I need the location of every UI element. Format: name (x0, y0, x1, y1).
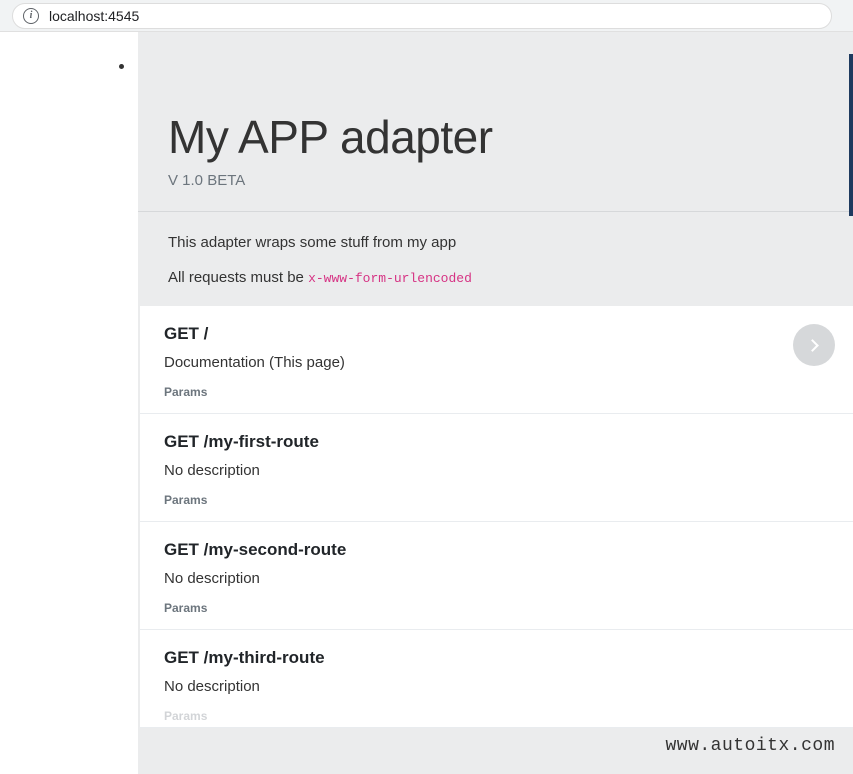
route-params-label: Params (164, 709, 829, 723)
description-section: This adapter wraps some stuff from my ap… (138, 212, 853, 306)
route-card[interactable]: GET /my-third-route No description Param… (140, 630, 853, 728)
description-line-1: This adapter wraps some stuff from my ap… (168, 234, 823, 251)
decorative-dot (119, 64, 124, 69)
route-description: No description (164, 570, 829, 587)
page-title: My APP adapter (168, 110, 823, 164)
chevron-right-icon (806, 339, 819, 352)
address-bar[interactable]: i localhost:4545 (12, 3, 832, 29)
header-section: My APP adapter V 1.0 BETA (138, 32, 853, 212)
url-text: localhost:4545 (49, 8, 139, 24)
content-type-code: x-www-form-urlencoded (308, 271, 472, 286)
info-icon: i (23, 8, 39, 24)
route-method-path: GET /my-first-route (164, 432, 829, 452)
route-description: No description (164, 678, 829, 695)
watermark-text: www.autoitx.com (665, 736, 835, 756)
route-method-path: GET /my-third-route (164, 648, 829, 668)
main-panel: My APP adapter V 1.0 BETA This adapter w… (138, 32, 853, 774)
route-method-path: GET / (164, 324, 829, 344)
route-params-label: Params (164, 601, 829, 615)
route-method-path: GET /my-second-route (164, 540, 829, 560)
route-card[interactable]: GET /my-first-route No description Param… (140, 414, 853, 522)
right-edge-accent (849, 54, 853, 216)
description-line-2: All requests must be x-www-form-urlencod… (168, 269, 823, 286)
version-label: V 1.0 BETA (168, 172, 823, 189)
route-card[interactable]: GET /my-second-route No description Para… (140, 522, 853, 630)
route-card[interactable]: GET / Documentation (This page) Params (140, 306, 853, 414)
route-description: No description (164, 462, 829, 479)
content-wrapper: My APP adapter V 1.0 BETA This adapter w… (0, 32, 853, 774)
expand-button[interactable] (793, 324, 835, 366)
route-description: Documentation (This page) (164, 354, 829, 371)
routes-list: GET / Documentation (This page) Params G… (140, 306, 853, 728)
route-params-label: Params (164, 493, 829, 507)
route-params-label: Params (164, 385, 829, 399)
desc-prefix: All requests must be (168, 269, 308, 286)
left-gutter (0, 32, 138, 774)
browser-address-bar-container: i localhost:4545 (0, 0, 853, 32)
